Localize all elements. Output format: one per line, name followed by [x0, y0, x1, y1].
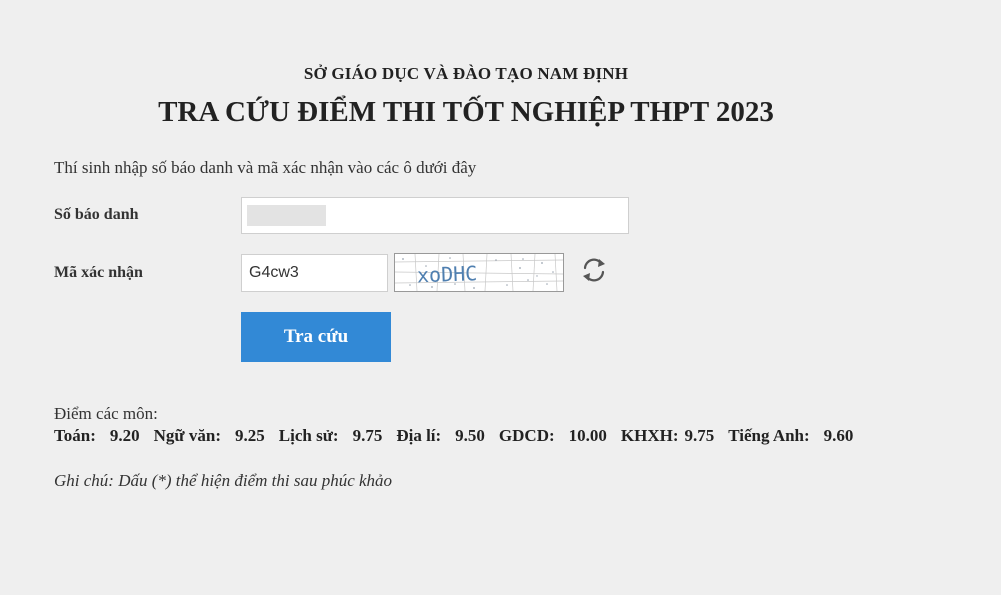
- masked-value: [247, 205, 326, 226]
- captcha-image: xoDHC: [394, 253, 564, 292]
- subject-value: 9.60: [823, 426, 854, 445]
- note-text: Ghi chú: Dấu (*) thể hiện điểm thi sau p…: [54, 471, 393, 490]
- subject-score: Toán: 9.20: [54, 426, 154, 446]
- subject-score: Lịch sử: 9.75: [279, 426, 397, 446]
- refresh-icon[interactable]: [580, 256, 608, 284]
- subject-value: 9.20: [109, 426, 140, 445]
- captcha-label: Mã xác nhận: [54, 264, 143, 281]
- subject-value: 10.00: [568, 426, 607, 445]
- form-instruction: Thí sinh nhập số báo danh và mã xác nhận…: [54, 158, 477, 177]
- candidate-number-input[interactable]: [241, 197, 629, 234]
- page-title: TRA CỨU ĐIỂM THI TỐT NGHIỆP THPT 2023: [158, 96, 774, 128]
- subject-name: Ngữ văn:: [153, 426, 222, 445]
- scores-heading: Điểm các môn:: [54, 404, 158, 423]
- subject-name: Tiếng Anh:: [728, 426, 810, 445]
- subject-value: 9.75: [684, 426, 715, 445]
- subject-score: Tiếng Anh: 9.60: [728, 426, 853, 446]
- subject-name: Địa lí:: [396, 426, 442, 445]
- agency-name: SỞ GIÁO DỤC VÀ ĐÀO TẠO NAM ĐỊNH: [303, 64, 629, 83]
- search-button[interactable]: Tra cứu: [241, 312, 391, 362]
- subject-score: Địa lí: 9.50: [396, 426, 499, 446]
- subject-name: GDCD:: [498, 426, 555, 445]
- captcha-input[interactable]: G4cw3: [241, 254, 388, 292]
- candidate-number-label: Số báo danh: [54, 206, 139, 223]
- subject-value: 9.25: [235, 426, 265, 445]
- scores-row: Toán: 9.20 Ngữ văn: 9.25 Lịch sử: 9.75 Địa lí:…: [54, 426, 853, 446]
- subject-name: KHXH:: [620, 426, 679, 445]
- subject-score: KHXH: 9.75: [621, 426, 728, 446]
- subject-score: Ngữ văn: 9.25: [154, 426, 279, 446]
- subject-value: 9.75: [352, 426, 383, 445]
- subject-name: Toán:: [54, 426, 96, 445]
- subject-value: 9.50: [455, 426, 485, 445]
- subject-name: Lịch sử:: [278, 426, 339, 445]
- captcha-text: xoDHC: [417, 261, 478, 287]
- subject-score: GDCD: 10.00: [499, 426, 621, 446]
